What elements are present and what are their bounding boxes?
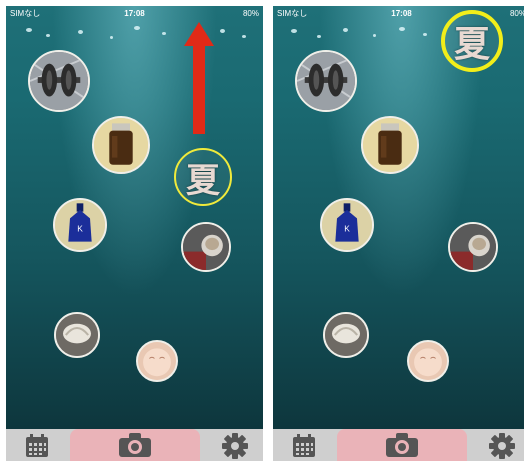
tab-bar: [6, 429, 263, 461]
cup-icon: [183, 224, 229, 270]
calendar-icon[interactable]: [291, 433, 317, 459]
dumbbell-item[interactable]: [28, 50, 90, 112]
napkin-item[interactable]: [323, 312, 369, 358]
dumbbell-item[interactable]: [295, 50, 357, 112]
brown-jar-icon: [94, 118, 148, 172]
smile-ball-item[interactable]: [136, 340, 178, 382]
camera-tab[interactable]: [337, 429, 467, 461]
kanji-natsu-label: 夏: [186, 160, 220, 201]
gear-icon[interactable]: [221, 432, 249, 460]
smile-ball-icon: [138, 342, 176, 380]
kanji-natsu-label: 夏: [453, 23, 490, 65]
brown-jar-icon: [363, 118, 417, 172]
phone-screen-after: SIMなし 17:08 80% 夏: [273, 6, 524, 461]
cup-item[interactable]: [181, 222, 231, 272]
napkin-icon: [56, 314, 98, 356]
smile-ball-icon: [409, 342, 447, 380]
napkin-item[interactable]: [54, 312, 100, 358]
brown-jar-item[interactable]: [92, 116, 150, 174]
blue-bottle-icon: K: [55, 200, 105, 250]
water-surface-bubbles: [6, 20, 263, 54]
cup-item[interactable]: [448, 222, 498, 272]
calendar-icon[interactable]: [24, 433, 50, 459]
smile-ball-item[interactable]: [407, 340, 449, 382]
gear-icon[interactable]: [488, 432, 516, 460]
phone-screen-before: SIMなし 17:08 80% 夏 K: [6, 6, 263, 461]
napkin-icon: [325, 314, 367, 356]
dumbbell-icon: [30, 52, 88, 110]
kanji-natsu-item[interactable]: 夏: [441, 10, 503, 72]
svg-text:K: K: [77, 224, 83, 234]
cup-icon: [450, 224, 496, 270]
tab-bar: [273, 429, 524, 461]
blue-bottle-item[interactable]: K: [320, 198, 374, 252]
brown-jar-item[interactable]: [361, 116, 419, 174]
svg-text:K: K: [344, 224, 350, 234]
camera-icon: [119, 433, 151, 457]
kanji-natsu-item[interactable]: 夏: [174, 148, 232, 206]
blue-bottle-item[interactable]: K: [53, 198, 107, 252]
camera-tab[interactable]: [70, 429, 200, 461]
camera-icon: [386, 433, 418, 457]
dumbbell-icon: [297, 52, 355, 110]
blue-bottle-icon: K: [322, 200, 372, 250]
swipe-up-arrow: [184, 22, 214, 134]
